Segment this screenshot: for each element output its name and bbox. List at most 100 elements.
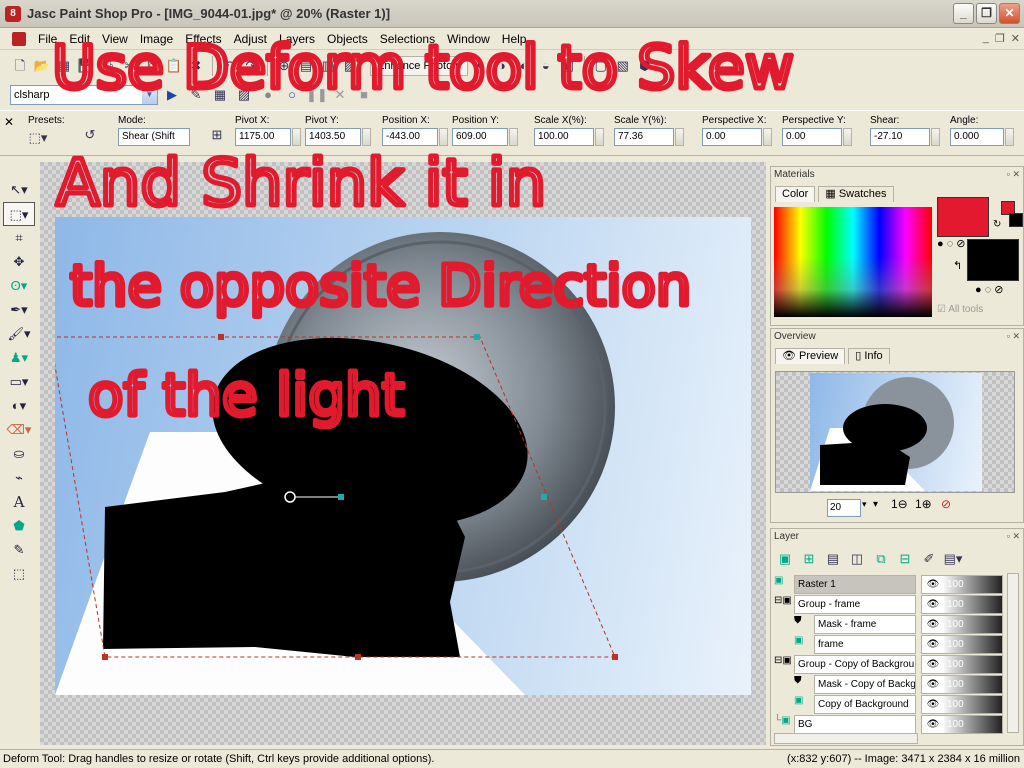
close-button[interactable]: ✕ — [999, 3, 1020, 24]
paste-icon[interactable]: 📋 — [164, 56, 184, 76]
deform-handle[interactable] — [102, 654, 108, 660]
pivot-icon[interactable]: ⊞ — [207, 125, 227, 145]
tab-swatches[interactable]: ▦ Swatches — [818, 186, 894, 202]
picture-tube-icon[interactable]: ⌁ — [3, 466, 35, 490]
perspective-x-input[interactable]: 0.00 — [702, 128, 762, 146]
grid-icon[interactable]: ▥ — [318, 56, 338, 76]
layer-name[interactable]: frame — [814, 635, 916, 654]
scissors-icon[interactable]: ✂ — [120, 56, 140, 76]
menu-image[interactable]: Image — [134, 28, 179, 50]
eye-icon[interactable]: 👁 — [922, 696, 944, 713]
presets-icon[interactable]: ⬚▾ — [28, 128, 48, 148]
deform-handle[interactable] — [474, 334, 480, 340]
script-select[interactable]: clsharp ▼ — [10, 85, 158, 105]
frame-icon[interactable]: ▢ — [591, 56, 611, 76]
zoom-spinner[interactable]: ▾ — [862, 499, 867, 510]
layer-name-scrollbar[interactable] — [774, 733, 918, 744]
document-icon[interactable] — [12, 31, 26, 46]
image-workspace[interactable] — [40, 162, 766, 745]
color-spectrum[interactable] — [774, 207, 932, 317]
start-record-icon[interactable]: ○ — [282, 85, 302, 105]
layer-opacity[interactable]: 👁 100 — [921, 635, 1003, 654]
object-icon[interactable]: ⬢ — [635, 56, 655, 76]
script-grid-icon[interactable]: ▦ — [210, 85, 230, 105]
maximize-button[interactable]: ❐ — [976, 3, 997, 24]
record-icon[interactable]: ● — [258, 85, 278, 105]
layer-opacity[interactable]: 👁 100 — [921, 695, 1003, 714]
menu-effects[interactable]: Effects — [179, 28, 227, 50]
menu-window[interactable]: Window — [441, 28, 496, 50]
panel-close-icon[interactable]: ▫ ✕ — [1007, 329, 1020, 344]
deform-handle[interactable] — [355, 654, 361, 660]
clone-tool-icon[interactable]: ♟▾ — [3, 346, 35, 370]
photo-icon[interactable]: ▣ — [558, 56, 578, 76]
pause-icon[interactable]: ❚❚ — [306, 85, 328, 105]
deform-handle[interactable] — [541, 494, 547, 500]
layer-name[interactable]: Mask - Copy of Backg — [814, 675, 916, 694]
selection-tool-icon[interactable]: ⬚▾ — [3, 202, 35, 226]
all-tools-checkbox[interactable]: ☑ All tools — [937, 304, 983, 315]
menu-selections[interactable]: Selections — [374, 28, 441, 50]
bg-mini-swatch[interactable] — [1009, 213, 1023, 227]
tab-color[interactable]: Color — [775, 186, 816, 202]
swap-materials-icon[interactable]: ↰ — [953, 259, 962, 272]
zoom-input[interactable]: 20 — [827, 499, 861, 517]
perspective-y-spinner[interactable] — [843, 128, 852, 146]
perspective-x-spinner[interactable] — [763, 128, 772, 146]
minimize-button[interactable]: _ — [953, 3, 974, 24]
angle-input[interactable]: 0.000 — [950, 128, 1004, 146]
lasso-tool-icon[interactable]: ʘ▾ — [3, 274, 35, 298]
layer-opacity[interactable]: 👁 100 — [921, 615, 1003, 634]
text-tool-icon[interactable]: A — [3, 490, 35, 514]
eye-icon[interactable]: 👁 — [922, 616, 944, 633]
crop-tool-icon[interactable]: ⌗ — [3, 226, 35, 250]
histogram-icon[interactable]: ▤ — [296, 56, 316, 76]
scale-x-spinner[interactable] — [595, 128, 604, 146]
eye-icon[interactable]: 👁 — [922, 596, 944, 613]
color-balance-icon[interactable]: ◑ — [492, 56, 512, 76]
print-icon[interactable]: ⎙ — [98, 56, 118, 76]
scale-y-spinner[interactable] — [675, 128, 684, 146]
layer-row[interactable]: ▣ frame — [794, 635, 916, 654]
shear-input[interactable]: -27.10 — [870, 128, 930, 146]
layer-name[interactable]: Raster 1 — [794, 575, 916, 594]
zoom-dropdown-icon[interactable]: ▾ — [873, 499, 878, 510]
copy-icon[interactable]: ⧉ — [142, 56, 162, 76]
new-raster-layer-icon[interactable]: ▣ — [775, 549, 795, 569]
layer-name[interactable]: Group - frame — [794, 595, 916, 614]
menu-edit[interactable]: Edit — [63, 28, 96, 50]
layers-scrollbar[interactable] — [1007, 573, 1019, 733]
fade-icon[interactable]: ◐ — [514, 56, 534, 76]
pivot-x-spinner[interactable] — [292, 128, 301, 146]
layer-row[interactable]: ▣ Copy of Background — [794, 695, 916, 714]
dodge-tool-icon[interactable]: ◐▾ — [3, 394, 35, 418]
eye-icon[interactable]: 👁 — [922, 636, 944, 653]
redo-icon[interactable]: ↷ — [241, 56, 261, 76]
layer-row[interactable]: ⊟▣ Group - frame — [774, 595, 916, 614]
fg-style-icons[interactable]: ● ◌ ⊘ — [937, 237, 966, 250]
layer-name[interactable]: Copy of Background — [814, 695, 916, 714]
eye-icon[interactable]: 👁 — [922, 576, 944, 593]
pivot-y-spinner[interactable] — [362, 128, 371, 146]
pen-tool-icon[interactable]: ✎ — [3, 538, 35, 562]
layer-name[interactable]: BG — [794, 715, 916, 734]
shear-spinner[interactable] — [931, 128, 940, 146]
position-y-spinner[interactable] — [509, 128, 518, 146]
doc-minimize-button[interactable]: _ — [983, 32, 989, 45]
tab-info[interactable]: ▯ Info — [848, 348, 890, 364]
tab-preview[interactable]: 👁 Preview — [775, 348, 846, 364]
position-y-input[interactable]: 609.00 — [452, 128, 508, 146]
menu-layers[interactable]: Layers — [273, 28, 321, 50]
zoom-out-icon[interactable]: 1⊖ — [891, 497, 908, 511]
contrast-icon[interactable]: ◒ — [536, 56, 556, 76]
delete-icon[interactable]: ✖ — [186, 56, 206, 76]
move-tool-icon[interactable]: ✥ — [3, 250, 35, 274]
layer-row[interactable]: └▣ BG — [774, 715, 916, 734]
image-canvas[interactable] — [49, 217, 751, 695]
perspective-y-input[interactable]: 0.00 — [782, 128, 842, 146]
menu-help[interactable]: Help — [496, 28, 533, 50]
layer-opacity[interactable]: 👁 100 — [921, 575, 1003, 594]
zoom-icon[interactable]: ⊕ — [274, 56, 294, 76]
new-file-icon[interactable]: 🗋 — [10, 56, 30, 76]
script-toggle-icon[interactable]: ▨ — [234, 85, 254, 105]
